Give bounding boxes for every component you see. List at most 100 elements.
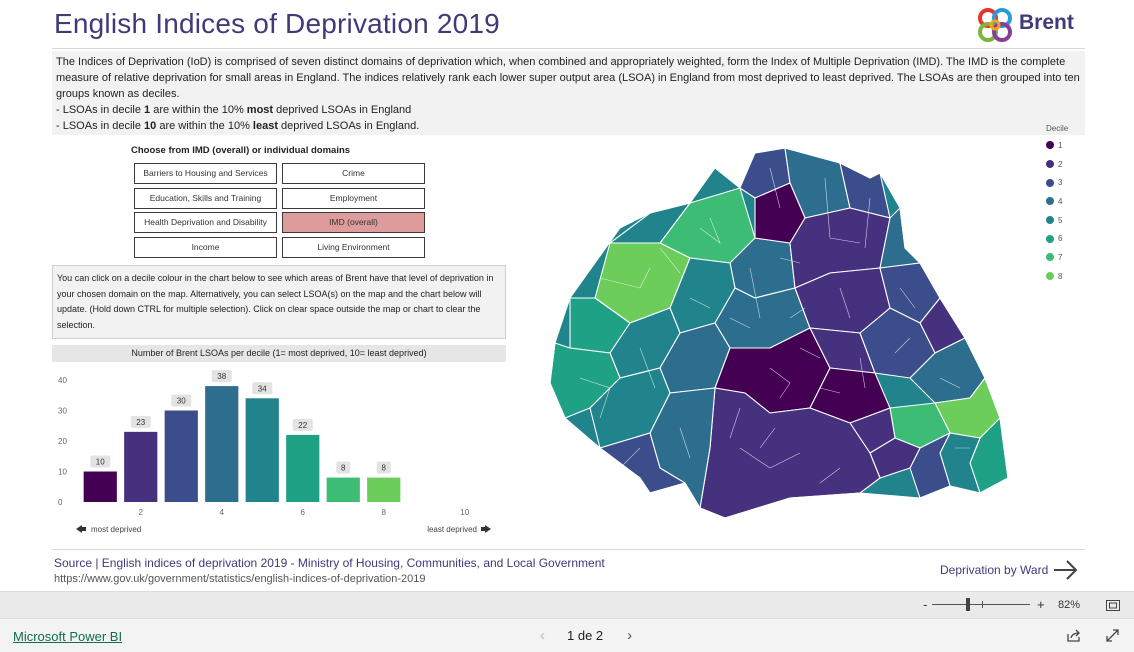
brent-logo: Brent: [975, 5, 1085, 45]
bar-decile-4[interactable]: [205, 386, 239, 502]
bar-decile-3[interactable]: [164, 410, 198, 503]
domain-button-health[interactable]: Health Deprivation and Disability: [134, 212, 277, 233]
domain-button-barriers[interactable]: Barriers to Housing and Services: [134, 163, 277, 184]
arrow-right-icon: [1054, 560, 1078, 580]
domain-button-income[interactable]: Income: [134, 237, 277, 258]
legend-swatch: [1046, 141, 1054, 150]
legend-swatch: [1046, 160, 1054, 169]
data-label: 8: [382, 464, 387, 473]
bar-decile-8[interactable]: [367, 477, 401, 502]
viewer-footer: Microsoft Power BI ‹ 1 de 2 ›: [0, 618, 1134, 652]
x-tick-label: 4: [220, 508, 225, 517]
zoom-bar: - + 82%: [0, 591, 1134, 618]
legend-swatch: [1046, 216, 1054, 225]
domain-button-living[interactable]: Living Environment: [282, 237, 425, 258]
x-tick-label: 6: [301, 508, 306, 517]
page-navigator: ‹ 1 de 2 ›: [540, 627, 632, 644]
intro-bullet-1: - LSOAs in decile 1 are within the 10% m…: [56, 104, 412, 116]
legend-swatch: [1046, 178, 1054, 187]
brent-logo-icon: [978, 8, 1012, 42]
page-indicator: 1 de 2: [567, 628, 604, 643]
x-tick-label: 8: [382, 508, 387, 517]
power-bi-link[interactable]: Microsoft Power BI: [13, 629, 122, 644]
intro-paragraph: The Indices of Deprivation (IoD) is comp…: [56, 56, 1080, 100]
legend-item-2[interactable]: 2: [1046, 155, 1086, 174]
legend-item-8[interactable]: 8: [1046, 267, 1086, 286]
zoom-slider-track[interactable]: [932, 604, 1030, 605]
legend-label: 3: [1058, 178, 1063, 188]
legend-item-4[interactable]: 4: [1046, 192, 1086, 211]
legend-label: 8: [1058, 271, 1063, 281]
fit-to-page-icon[interactable]: [1106, 600, 1120, 611]
brent-logo-text: Brent: [1019, 11, 1074, 34]
domain-selector-heading: Choose from IMD (overall) or individual …: [131, 145, 351, 156]
previous-page-icon[interactable]: ‹: [540, 627, 545, 644]
page-title: English Indices of Deprivation 2019: [54, 8, 500, 39]
zoom-slider-thumb[interactable]: [966, 598, 971, 611]
zoom-in-button[interactable]: +: [1037, 597, 1045, 612]
zoom-out-button[interactable]: -: [923, 597, 927, 612]
data-label: 30: [177, 397, 186, 406]
legend-swatch: [1046, 272, 1054, 281]
map-legend: Decile 1 2 3 4 5 6 7 8: [1046, 124, 1086, 286]
legend-label: 1: [1058, 140, 1063, 150]
brent-lsoa-map[interactable]: [540, 148, 1025, 520]
bar-decile-1[interactable]: [83, 471, 117, 503]
legend-swatch: [1046, 234, 1054, 243]
fullscreen-icon[interactable]: [1105, 628, 1120, 643]
bar-decile-5[interactable]: [245, 398, 279, 502]
data-label: 10: [96, 458, 105, 467]
arrow-left-icon: [76, 525, 86, 533]
domain-button-education[interactable]: Education, Skills and Training: [134, 188, 277, 209]
deprivation-by-ward-label: Deprivation by Ward: [940, 563, 1049, 577]
chart-title: Number of Brent LSOAs per decile (1= mos…: [52, 345, 506, 362]
legend-item-6[interactable]: 6: [1046, 229, 1086, 248]
data-label: 34: [258, 384, 267, 393]
legend-item-1[interactable]: 1: [1046, 136, 1086, 155]
y-tick-label: 10: [58, 468, 67, 477]
data-label: 8: [341, 464, 346, 473]
y-tick-label: 0: [58, 498, 63, 507]
x-tick-label: 2: [139, 508, 144, 517]
zoom-slider-tick: [982, 601, 983, 608]
header-divider: [52, 48, 1085, 49]
domain-button-imd[interactable]: IMD (overall): [282, 212, 425, 233]
legend-label: 6: [1058, 234, 1063, 244]
data-label: 22: [298, 421, 307, 430]
y-tick-label: 30: [58, 407, 67, 416]
intro-bullet-2: - LSOAs in decile 10 are within the 10% …: [56, 120, 420, 132]
legend-label: 4: [1058, 196, 1063, 206]
y-tick-label: 40: [58, 376, 67, 385]
bar-decile-6[interactable]: [286, 434, 320, 502]
data-label: 23: [136, 418, 145, 427]
report-canvas: English Indices of Deprivation 2019 Bren…: [0, 0, 1134, 652]
legend-swatch: [1046, 253, 1054, 262]
domain-button-employment[interactable]: Employment: [282, 188, 425, 209]
legend-title: Decile: [1046, 124, 1069, 133]
legend-label: 2: [1058, 159, 1063, 169]
legend-label: 5: [1058, 215, 1063, 225]
arrow-right-icon: [481, 525, 491, 533]
deprivation-by-ward-link[interactable]: Deprivation by Ward: [940, 556, 1080, 584]
least-deprived-label: least deprived: [427, 525, 477, 534]
next-page-icon[interactable]: ›: [627, 627, 632, 644]
legend-label: 7: [1058, 252, 1063, 262]
legend-item-5[interactable]: 5: [1046, 211, 1086, 230]
share-icon[interactable]: [1066, 628, 1082, 643]
data-label: 38: [217, 372, 226, 381]
zoom-percent: 82%: [1058, 599, 1081, 611]
legend-swatch: [1046, 197, 1054, 206]
domain-button-crime[interactable]: Crime: [282, 163, 425, 184]
decile-bar-chart[interactable]: 0 10 20 30 40 10 23 30 38 34 22 8 8 2 4 6 8 10 most depriv…: [50, 362, 510, 540]
intro-textbox: The Indices of Deprivation (IoD) is comp…: [52, 51, 1085, 135]
footer-divider: [52, 549, 1085, 550]
source-url[interactable]: https://www.gov.uk/government/statistics…: [54, 573, 426, 585]
bar-decile-2[interactable]: [124, 431, 158, 502]
bar-decile-7[interactable]: [326, 477, 360, 502]
x-tick-label: 10: [460, 508, 469, 517]
y-tick-label: 20: [58, 437, 67, 446]
legend-item-7[interactable]: 7: [1046, 248, 1086, 267]
help-textbox: You can click on a decile colour in the …: [52, 265, 506, 339]
source-text: Source | English indices of deprivation …: [54, 556, 605, 570]
legend-item-3[interactable]: 3: [1046, 173, 1086, 192]
